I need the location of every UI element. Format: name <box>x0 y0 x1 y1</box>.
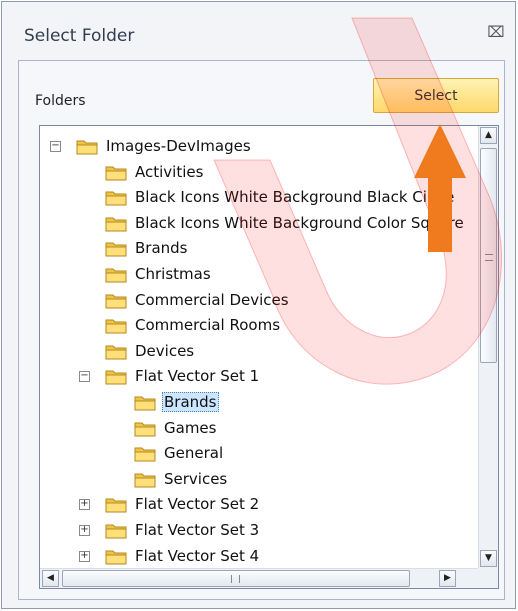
tree-item-label: Flat Vector Set 1 <box>135 367 260 386</box>
tree-item-label: General <box>164 444 224 463</box>
folder-icon <box>105 215 127 232</box>
horizontal-scroll-thumb[interactable] <box>62 570 410 587</box>
tree-item-label: Brands <box>162 392 219 412</box>
folder-icon <box>105 522 127 539</box>
folder-icon <box>105 292 127 309</box>
tree-item-label: Black Icons White Background Black Circl… <box>135 188 455 207</box>
tree-item-label: Services <box>164 469 228 488</box>
thumb-grip-icon <box>485 254 493 261</box>
folders-panel: Folders Select + Flat Vector Set 4 + Flat V… <box>18 60 505 600</box>
scroll-left-button[interactable]: ◀ <box>42 570 59 587</box>
tree-item-label: Games <box>164 418 217 437</box>
horizontal-scrollbar[interactable]: ◀ ▶ <box>40 568 478 588</box>
collapse-icon[interactable]: − <box>50 141 61 152</box>
tree-item-label: Flat Vector Set 2 <box>135 495 260 514</box>
tree-item-label: Devices <box>135 341 195 360</box>
folder-icon <box>134 471 156 488</box>
thumb-grip-icon <box>231 575 240 583</box>
folder-icon <box>105 164 127 181</box>
scroll-right-button[interactable]: ▶ <box>439 570 456 587</box>
expand-icon[interactable]: + <box>79 499 90 511</box>
folder-icon <box>105 240 127 257</box>
folders-label: Folders <box>35 93 86 109</box>
folder-icon <box>105 317 127 334</box>
folder-icon <box>105 189 127 206</box>
select-folder-dialog: Select Folder ⌧ Folders Select + Flat Vec… <box>1 1 516 609</box>
folder-icon <box>105 343 127 360</box>
scroll-up-button[interactable]: ▲ <box>480 127 497 144</box>
tree-item-label: Christmas <box>135 265 211 283</box>
vertical-scroll-thumb[interactable] <box>480 148 497 363</box>
tree-item-label: Commercial Rooms <box>135 316 281 335</box>
folder-icon <box>105 496 127 513</box>
tree-item-label: Flat Vector Set 3 <box>135 521 260 539</box>
collapse-icon[interactable]: − <box>79 371 90 383</box>
folder-tree[interactable]: + Flat Vector Set 4 + Flat Vector Set 3 + Fla… <box>39 125 499 589</box>
dialog-title: Select Folder <box>24 26 135 46</box>
select-button[interactable]: Select <box>373 78 499 113</box>
vertical-scrollbar[interactable]: ▲ ▼ <box>478 126 498 568</box>
scroll-down-button[interactable]: ▼ <box>480 550 497 567</box>
title-bar: Select Folder ⌧ <box>2 2 515 46</box>
tree-item-label: Flat Vector Set 4 <box>135 546 260 565</box>
tree-item-label: Commercial Devices <box>135 290 289 309</box>
tree-item-label: Brands <box>135 239 188 258</box>
folder-icon <box>76 138 98 155</box>
scrollbar-corner <box>478 568 498 588</box>
tree-item-label: Black Icons White Background Color Squar… <box>135 213 464 232</box>
folder-icon <box>134 394 156 411</box>
expand-icon[interactable]: + <box>79 550 90 562</box>
folder-icon <box>105 368 127 385</box>
tree-item-label: Images-DevImages <box>106 137 251 155</box>
tree-item-label: Activities <box>135 162 204 181</box>
folder-icon <box>134 420 156 437</box>
close-icon[interactable]: ⌧ <box>487 24 505 40</box>
folder-icon <box>134 445 156 462</box>
expand-icon[interactable]: + <box>79 525 90 536</box>
folder-icon <box>105 548 127 565</box>
folder-icon <box>105 266 127 283</box>
